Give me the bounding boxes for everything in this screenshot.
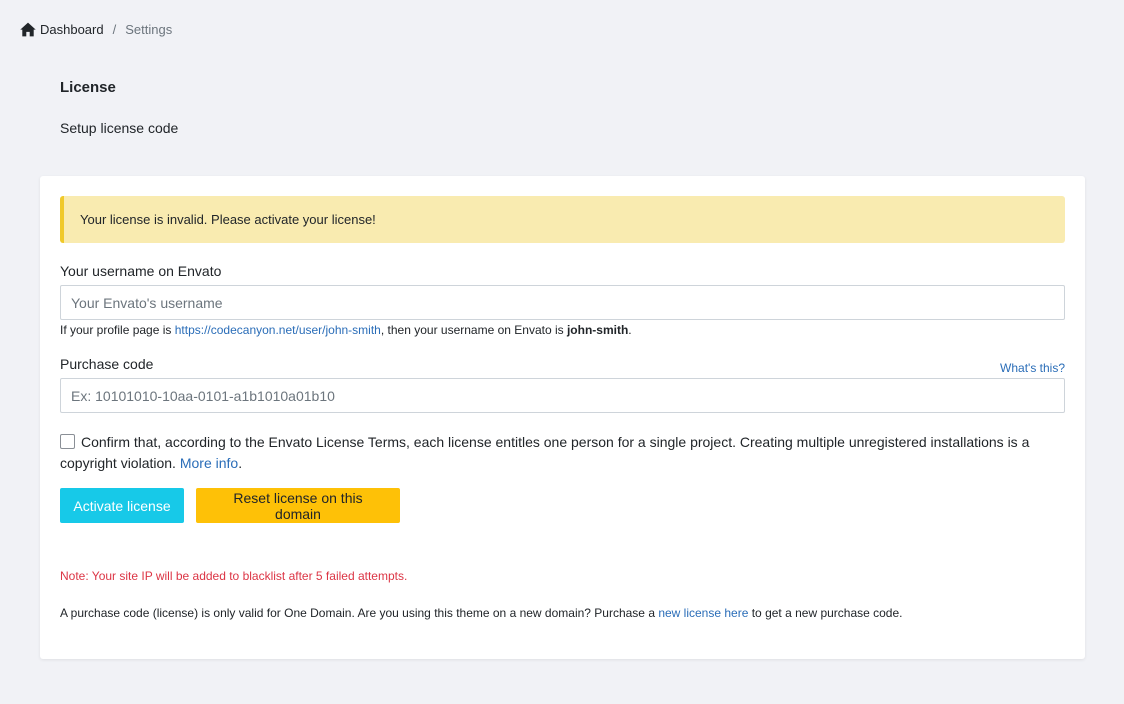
- username-help-middle: , then your username on Envato is: [380, 323, 567, 337]
- one-domain-note-suffix: to get a new purchase code.: [748, 606, 903, 620]
- license-card: Your license is invalid. Please activate…: [40, 176, 1085, 659]
- blacklist-note: Note: Your site IP will be added to blac…: [60, 569, 408, 583]
- alert-text: Your license is invalid. Please activate…: [80, 212, 376, 227]
- reset-license-button[interactable]: Reset license on this domain: [196, 488, 400, 523]
- example-username: john-smith: [566, 323, 629, 337]
- username-help-suffix: .: [628, 323, 632, 337]
- purchase-code-label: Purchase code: [60, 356, 154, 372]
- invalid-license-alert: Your license is invalid. Please activate…: [60, 196, 1065, 243]
- profile-url-link[interactable]: https://codecanyon.net/user/john-smith: [175, 323, 381, 337]
- confirm-suffix: .: [238, 455, 243, 471]
- confirm-checkbox[interactable]: [60, 434, 75, 449]
- breadcrumb: Dashboard / Settings: [20, 20, 172, 38]
- one-domain-note-prefix: A purchase code (license) is only valid …: [60, 606, 659, 620]
- username-help: If your profile page is https://codecany…: [60, 323, 632, 337]
- one-domain-note: A purchase code (license) is only valid …: [60, 606, 903, 620]
- home-icon: [20, 22, 36, 36]
- page-subtitle: Setup license code: [60, 120, 179, 136]
- breadcrumb-dashboard-link[interactable]: Dashboard: [20, 22, 104, 37]
- purchase-code-input[interactable]: [60, 378, 1065, 413]
- activate-license-button[interactable]: Activate license: [60, 488, 184, 523]
- whats-this-link[interactable]: What's this?: [1000, 361, 1065, 375]
- username-input[interactable]: [60, 285, 1065, 320]
- more-info-link[interactable]: More info: [180, 455, 238, 471]
- breadcrumb-dashboard-label: Dashboard: [40, 21, 104, 37]
- breadcrumb-current: Settings: [125, 21, 173, 37]
- confirm-terms: Confirm that, according to the Envato Li…: [60, 432, 1065, 474]
- page-title: License: [60, 79, 116, 96]
- breadcrumb-separator: /: [112, 21, 117, 37]
- username-label: Your username on Envato: [60, 263, 222, 279]
- username-help-prefix: If your profile page is: [60, 323, 175, 337]
- new-license-link[interactable]: new license here: [658, 606, 748, 620]
